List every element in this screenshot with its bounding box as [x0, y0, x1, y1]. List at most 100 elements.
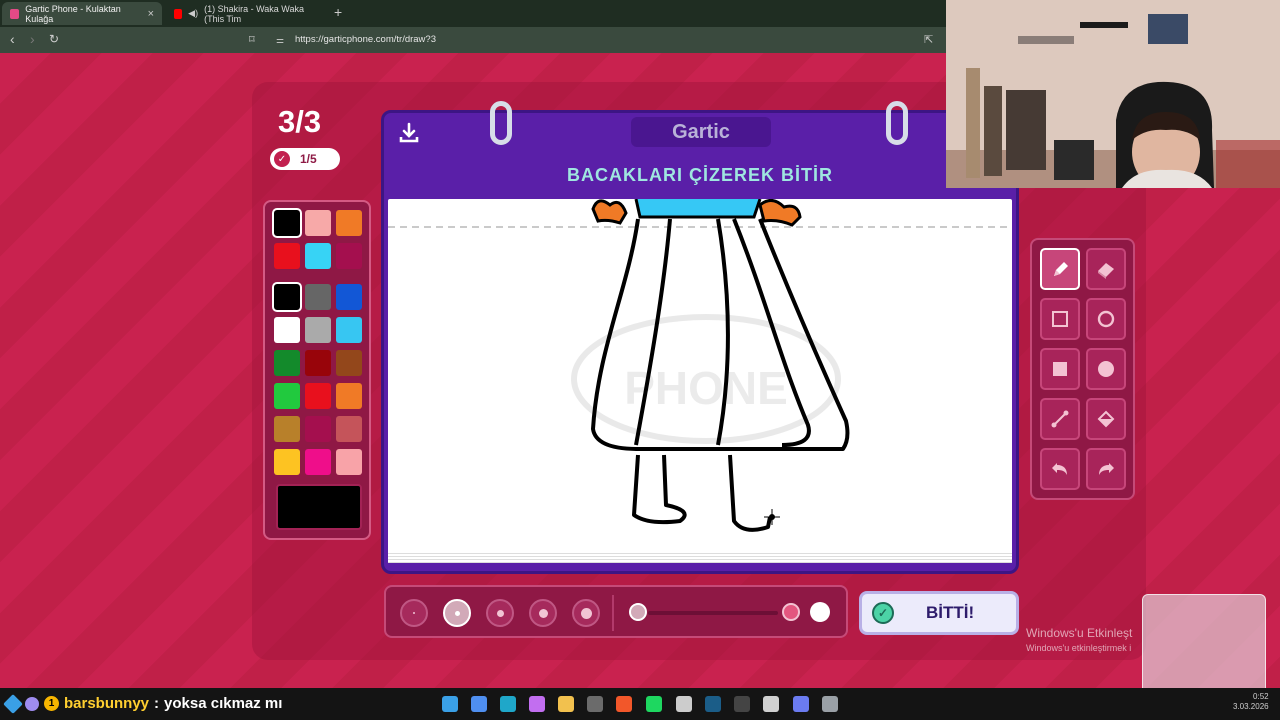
color-swatch[interactable] — [336, 383, 362, 409]
badge-icon — [25, 696, 39, 711]
tab-youtube[interactable]: ◀) (1) Shakira - Waka Waka (This Tim — [166, 2, 326, 25]
undo-icon — [1052, 463, 1067, 475]
players-done-count: 1/5 — [300, 152, 317, 166]
download-icon[interactable] — [396, 121, 422, 147]
brush-size-button[interactable] — [443, 599, 471, 627]
color-swatch[interactable] — [336, 449, 362, 475]
windows-start-icon[interactable] — [442, 696, 458, 712]
color-swatch[interactable] — [336, 317, 362, 343]
opacity-slider[interactable] — [648, 611, 778, 615]
divider — [612, 595, 614, 631]
chat-username: barsbunnyy — [64, 695, 150, 712]
circle-filled-icon — [1098, 361, 1114, 377]
tool-circle-filled-button[interactable] — [1086, 348, 1126, 390]
gartic-favicon-icon — [10, 8, 20, 19]
brush-settings-bar — [384, 585, 848, 638]
site-settings-icon[interactable]: ⚌ — [276, 35, 284, 46]
color-swatch[interactable] — [336, 284, 362, 310]
tool-bucket-button[interactable] — [1086, 398, 1126, 440]
color-swatch[interactable] — [305, 210, 331, 236]
brush-size-button[interactable] — [486, 599, 514, 627]
brush-size-button[interactable] — [529, 599, 557, 627]
reload-icon[interactable]: ↻ — [49, 32, 59, 46]
windows-activation-watermark: Windows'u Etkinleşt Windows'u etkinleşti… — [1026, 626, 1132, 656]
spotify-icon[interactable] — [646, 696, 662, 712]
pencil-icon — [1054, 262, 1068, 276]
color-swatch[interactable] — [305, 317, 331, 343]
copilot-icon[interactable] — [529, 696, 545, 712]
brush-size-button[interactable] — [572, 599, 600, 627]
webcam-overlay — [946, 0, 1280, 188]
color-swatch[interactable] — [274, 383, 300, 409]
done-label: BİTTİ! — [926, 603, 975, 622]
activation-title: Windows'u Etkinleşt — [1026, 626, 1133, 640]
color-swatch[interactable] — [272, 208, 302, 238]
color-swatch[interactable] — [336, 210, 362, 236]
tool-circle-outline-button[interactable] — [1086, 298, 1126, 340]
color-swatch[interactable] — [274, 317, 300, 343]
stream-chat-message: 1 barsbunnyy : yoksa cıkmaz mı — [3, 693, 282, 714]
mail-icon[interactable] — [471, 696, 487, 712]
sub-badge-icon: 1 — [44, 696, 59, 711]
color-swatch[interactable] — [305, 350, 331, 376]
paper-stack-edge — [388, 551, 1012, 563]
tool-line-button[interactable] — [1040, 398, 1080, 440]
drawing-strokes: PHONE — [388, 199, 1012, 532]
tool-rectangle-outline-button[interactable] — [1040, 298, 1080, 340]
tool-redo-button[interactable] — [1086, 448, 1126, 490]
close-icon[interactable]: × — [148, 8, 154, 20]
color-swatch[interactable] — [274, 449, 300, 475]
obs-icon[interactable] — [734, 696, 750, 712]
edge-icon[interactable] — [500, 696, 516, 712]
brush-size-button[interactable] — [400, 599, 428, 627]
color-swatch[interactable] — [305, 284, 331, 310]
folder-icon[interactable] — [558, 696, 574, 712]
color-swatch[interactable] — [305, 416, 331, 442]
back-icon[interactable]: ‹ — [10, 31, 15, 47]
store-icon[interactable] — [587, 696, 603, 712]
share-icon[interactable]: ⇱ — [924, 33, 933, 46]
brave-icon[interactable] — [616, 696, 632, 712]
opacity-low-icon — [629, 603, 647, 621]
color-swatch[interactable] — [336, 416, 362, 442]
color-swatch[interactable] — [336, 243, 362, 269]
eraser-icon — [1098, 263, 1114, 279]
drawing-frame: Gartic BACAKLARI ÇİZEREK BİTİR PHONE — [381, 101, 1019, 574]
prompt-title: BACAKLARI ÇİZEREK BİTİR — [567, 165, 833, 185]
tool-pencil-button[interactable] — [1040, 248, 1080, 290]
color-swatch[interactable] — [305, 449, 331, 475]
opacity-slider-handle[interactable] — [782, 603, 800, 621]
settings-icon[interactable] — [676, 696, 692, 712]
plus-icon[interactable]: + — [334, 4, 342, 20]
bookmark-icon[interactable]: ⌑ — [249, 33, 255, 46]
record-icon[interactable] — [763, 696, 779, 712]
discord-icon[interactable] — [793, 696, 809, 712]
opacity-high-icon — [810, 602, 830, 622]
color-swatch[interactable] — [336, 350, 362, 376]
color-swatch[interactable] — [305, 243, 331, 269]
rectangle-outline-icon — [1052, 311, 1068, 327]
youtube-favicon-icon — [174, 8, 183, 19]
tool-eraser-button[interactable] — [1086, 248, 1126, 290]
done-button[interactable]: ✓ BİTTİ! — [859, 591, 1019, 635]
tool-rectangle-filled-button[interactable] — [1040, 348, 1080, 390]
tool-undo-button[interactable] — [1040, 448, 1080, 490]
binder-ring-icon — [490, 101, 512, 145]
clock-date: 3.03.2026 — [1233, 702, 1269, 711]
binder-ring-icon — [886, 101, 908, 145]
clock-time: 0:52 — [1253, 692, 1269, 701]
steam-icon[interactable] — [705, 696, 721, 712]
gear-icon[interactable] — [822, 696, 838, 712]
color-swatch[interactable] — [305, 383, 331, 409]
drawing-canvas[interactable]: PHONE — [388, 199, 1012, 553]
color-swatch[interactable] — [274, 243, 300, 269]
color-swatch[interactable] — [274, 350, 300, 376]
url-field[interactable]: https://garticphone.com/tr/draw?3 — [295, 34, 436, 45]
color-swatch[interactable] — [272, 282, 302, 312]
color-palette — [263, 200, 371, 540]
tab-gartic[interactable]: Gartic Phone - Kulaktan Kulağa × — [2, 2, 162, 25]
color-swatch[interactable] — [274, 416, 300, 442]
forward-icon[interactable]: › — [30, 31, 35, 47]
chat-separator: : — [154, 695, 160, 712]
speaker-icon: ◀) — [188, 8, 199, 18]
